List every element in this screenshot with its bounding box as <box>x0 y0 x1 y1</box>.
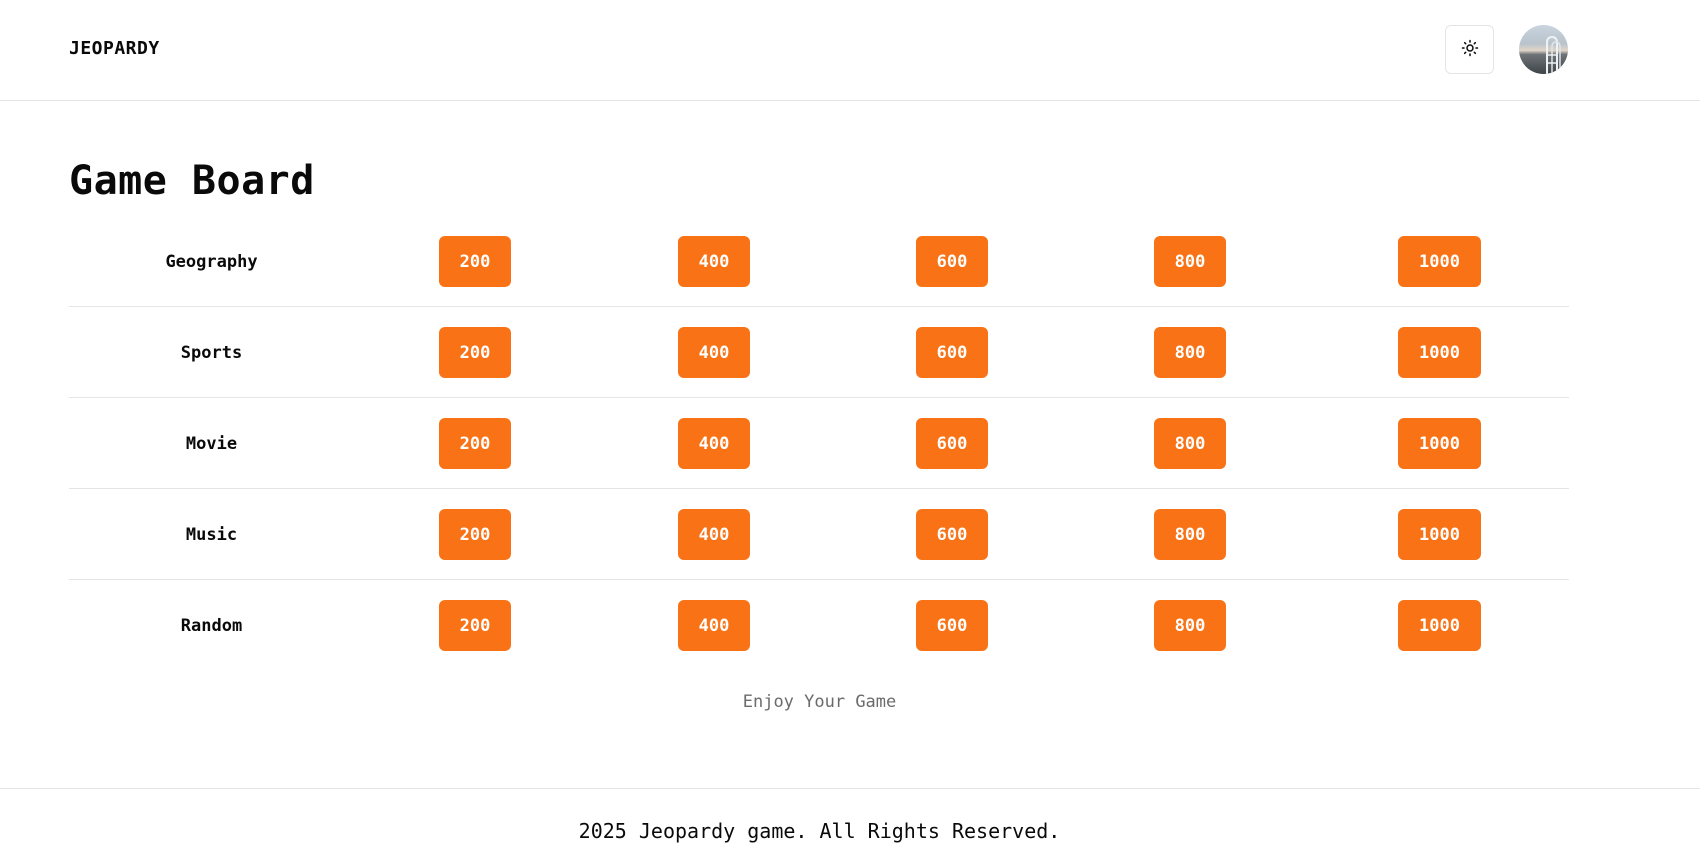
question-button[interactable]: 200 <box>439 236 511 287</box>
category-row: Sports 200 400 600 800 1000 <box>69 307 1569 398</box>
question-button[interactable]: 400 <box>678 236 750 287</box>
question-button[interactable]: 800 <box>1154 418 1226 469</box>
category-label: Sports <box>180 342 243 363</box>
question-button[interactable]: 800 <box>1154 327 1226 378</box>
question-button[interactable]: 400 <box>678 509 750 560</box>
question-button[interactable]: 200 <box>439 327 511 378</box>
sun-icon <box>1461 39 1479 60</box>
category-label: Random <box>180 615 243 636</box>
question-button[interactable]: 1000 <box>1398 327 1481 378</box>
question-button[interactable]: 200 <box>439 418 511 469</box>
question-button[interactable]: 1000 <box>1398 509 1481 560</box>
question-button[interactable]: 600 <box>916 327 988 378</box>
question-button[interactable]: 800 <box>1154 236 1226 287</box>
question-button[interactable]: 200 <box>439 509 511 560</box>
question-button[interactable]: 400 <box>678 600 750 651</box>
question-button[interactable]: 1000 <box>1398 236 1481 287</box>
top-navbar: JEOPARDY <box>0 0 1700 101</box>
footer: 2025 Jeopardy game. All Rights Reserved. <box>0 788 1700 866</box>
tagline: Enjoy Your Game <box>742 692 897 712</box>
copyright-text: 2025 Jeopardy game. All Rights Reserved. <box>578 819 1061 843</box>
question-button[interactable]: 400 <box>678 327 750 378</box>
theme-toggle-button[interactable] <box>1445 25 1494 74</box>
game-board: Geography 200 400 600 800 1000 Sports 20… <box>69 216 1569 671</box>
category-row: Random 200 400 600 800 1000 <box>69 580 1569 671</box>
question-button[interactable]: 600 <box>916 509 988 560</box>
category-label: Geography <box>165 251 258 272</box>
brand-logo-text[interactable]: JEOPARDY <box>69 38 160 59</box>
question-button[interactable]: 400 <box>678 418 750 469</box>
question-button[interactable]: 800 <box>1154 600 1226 651</box>
question-button[interactable]: 600 <box>916 236 988 287</box>
category-row: Music 200 400 600 800 1000 <box>69 489 1569 580</box>
question-button[interactable]: 1000 <box>1398 600 1481 651</box>
category-label: Movie <box>185 433 238 454</box>
avatar[interactable] <box>1519 25 1568 74</box>
question-button[interactable]: 600 <box>916 600 988 651</box>
question-button[interactable]: 800 <box>1154 509 1226 560</box>
question-button[interactable]: 600 <box>916 418 988 469</box>
page-title: Game Board <box>69 158 315 204</box>
category-row: Movie 200 400 600 800 1000 <box>69 398 1569 489</box>
question-button[interactable]: 1000 <box>1398 418 1481 469</box>
category-row: Geography 200 400 600 800 1000 <box>69 216 1569 307</box>
question-button[interactable]: 200 <box>439 600 511 651</box>
category-label: Music <box>185 524 238 545</box>
